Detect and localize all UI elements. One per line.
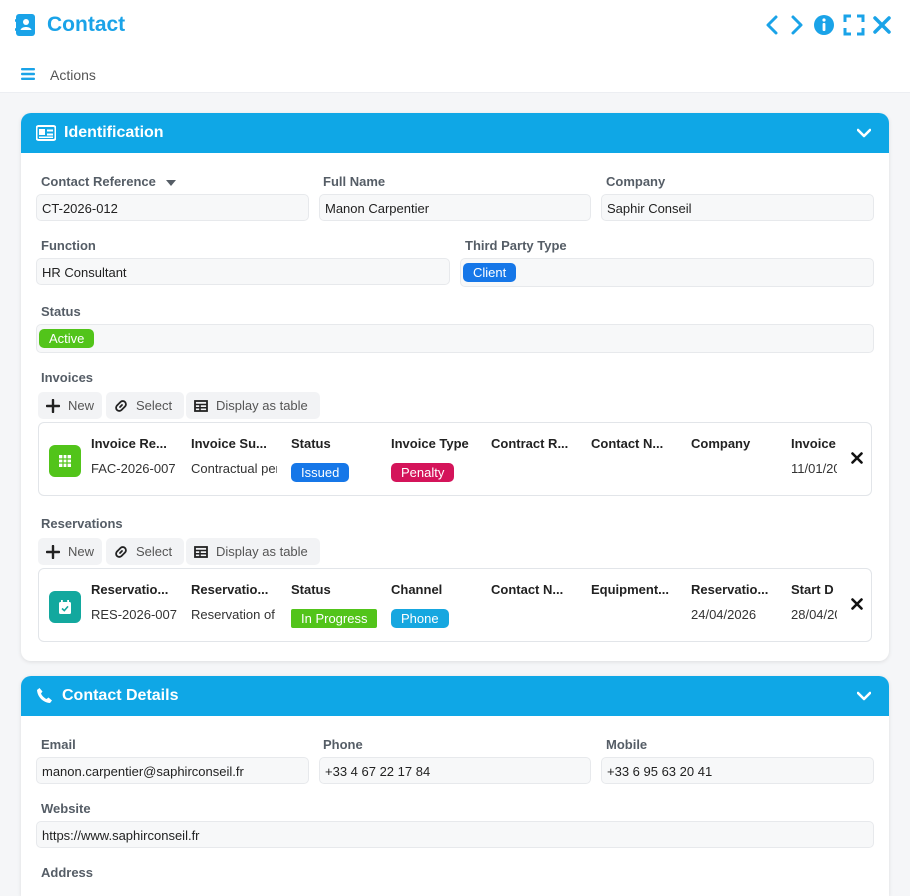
company-label: Company — [606, 174, 666, 189]
company-field[interactable]: Saphir Conseil — [601, 194, 874, 221]
invoice-date-column: Invoice — [791, 436, 836, 451]
reservations-new-button[interactable]: New — [38, 538, 102, 565]
actions-label[interactable]: Actions — [50, 67, 96, 83]
contact-details-title: Contact Details — [62, 687, 179, 704]
caret-down-icon[interactable] — [165, 179, 176, 187]
full-name-label: Full Name — [323, 174, 386, 189]
invoices-label: Invoices — [41, 370, 94, 385]
invoice-status-column: Status — [291, 436, 331, 451]
email-label: Email — [41, 737, 76, 752]
invoice-contract-column: Contract R... — [491, 436, 569, 451]
reservation-equipment-column: Equipment... — [591, 582, 669, 597]
client-badge: Client — [463, 263, 517, 282]
phone-icon — [37, 688, 52, 703]
invoice-type-column: Invoice Type — [391, 436, 469, 451]
invoice-ref-value: FAC-2026-007 — [91, 461, 176, 476]
full-name-field[interactable]: Manon Carpentier — [319, 194, 591, 221]
link-icon — [115, 546, 127, 558]
invoice-subject-value: Contractual penalty — [191, 461, 277, 476]
reservation-record[interactable]: Reservatio... Reservatio... Status Chann… — [38, 568, 872, 642]
address-label: Address — [41, 865, 94, 880]
reservation-start-value: 28/04/2026 — [791, 607, 837, 622]
invoices-select-button[interactable]: Select — [106, 392, 184, 419]
third-party-type-field[interactable]: Client — [460, 258, 874, 287]
table-icon — [194, 546, 208, 558]
chevron-down-icon[interactable] — [857, 689, 871, 703]
invoice-contact-column: Contact N... — [591, 436, 664, 451]
website-label: Website — [41, 801, 91, 816]
reservation-channel-value: Phone — [391, 609, 479, 628]
status-label: Status — [41, 304, 81, 319]
remove-reservation-icon[interactable] — [851, 598, 863, 610]
reservations-display-as-table-button[interactable]: Display as table — [186, 538, 320, 565]
reservation-start-column: Start D — [791, 582, 834, 597]
contact-book-icon — [15, 14, 35, 36]
plus-icon — [46, 545, 60, 559]
invoice-record[interactable]: Invoice Re... Invoice Su... Status Invoi… — [38, 422, 872, 496]
chevron-left-icon[interactable] — [762, 14, 784, 36]
reservation-channel-column: Channel — [391, 582, 443, 597]
id-card-icon — [36, 125, 56, 141]
link-icon — [115, 400, 127, 412]
phone-field[interactable]: +33 4 67 22 17 84 — [319, 757, 591, 784]
reservations-label: Reservations — [41, 516, 123, 531]
window-title: Contact — [47, 13, 126, 36]
mobile-label: Mobile — [606, 737, 648, 752]
remove-invoice-icon[interactable] — [851, 452, 863, 464]
third-party-type-label: Third Party Type — [465, 238, 567, 253]
invoice-ref-column: Invoice Re... — [91, 436, 167, 451]
chevron-down-icon[interactable] — [857, 126, 871, 140]
hamburger-menu-icon[interactable] — [21, 68, 35, 80]
contact-details-header[interactable]: Contact Details — [21, 676, 889, 716]
active-badge: Active — [39, 329, 95, 348]
function-label: Function — [41, 238, 96, 253]
phone-label: Phone — [323, 737, 363, 752]
phone-badge: Phone — [391, 609, 449, 628]
function-field[interactable]: HR Consultant — [36, 258, 450, 285]
table-icon — [194, 400, 208, 412]
invoice-date-value: 11/01/2026 — [791, 461, 837, 476]
reservation-ref-value: RES-2026-007 — [91, 607, 177, 622]
reservations-select-button[interactable]: Select — [106, 538, 184, 565]
invoice-subject-column: Invoice Su... — [191, 436, 267, 451]
actions-menu[interactable]: Actions — [0, 62, 200, 86]
reservation-date-column: Reservatio... — [691, 582, 769, 597]
contact-reference-field[interactable]: CT-2026-012 — [36, 194, 309, 221]
contact-reference-label[interactable]: Contact Reference — [41, 174, 176, 189]
email-field[interactable]: manon.carpentier@saphirconseil.fr — [36, 757, 309, 784]
invoice-type-value: Penalty — [391, 463, 479, 482]
website-field[interactable]: https://www.saphirconseil.fr — [36, 821, 874, 848]
mobile-field[interactable]: +33 6 95 63 20 41 — [601, 757, 874, 784]
invoice-company-column: Company — [691, 436, 751, 451]
invoice-status-value: Issued — [291, 463, 379, 482]
identification-section: Identification Contact Reference CT-2026… — [21, 113, 889, 661]
reservation-name-value: Reservation of — [191, 607, 275, 622]
close-icon[interactable] — [871, 14, 893, 36]
reservation-ref-column: Reservatio... — [91, 582, 169, 597]
invoice-grid-icon — [49, 445, 81, 477]
chevron-right-icon[interactable] — [785, 14, 807, 36]
window-header: Contact Actions — [0, 0, 910, 93]
info-icon[interactable] — [813, 14, 835, 36]
contact-details-section: Contact Details Email manon.carpentier@s… — [21, 676, 889, 896]
reservation-status-value: In Progress — [291, 609, 379, 628]
in-progress-badge: In Progress — [291, 609, 378, 628]
reservation-status-column: Status — [291, 582, 331, 597]
reservation-contact-column: Contact N... — [491, 582, 564, 597]
invoices-display-as-table-button[interactable]: Display as table — [186, 392, 320, 419]
reservation-name-column: Reservatio... — [191, 582, 269, 597]
plus-icon — [46, 399, 60, 413]
issued-badge: Issued — [291, 463, 350, 482]
penalty-badge: Penalty — [391, 463, 455, 482]
identification-header[interactable]: Identification — [21, 113, 889, 153]
fullscreen-icon[interactable] — [843, 14, 865, 36]
identification-title: Identification — [64, 124, 164, 141]
contact-window: Contact Actions Identification Contact R… — [0, 0, 910, 896]
calendar-check-icon — [49, 591, 81, 623]
status-field[interactable]: Active — [36, 324, 874, 353]
reservation-date-value: 24/04/2026 — [691, 607, 757, 622]
invoices-new-button[interactable]: New — [38, 392, 102, 419]
